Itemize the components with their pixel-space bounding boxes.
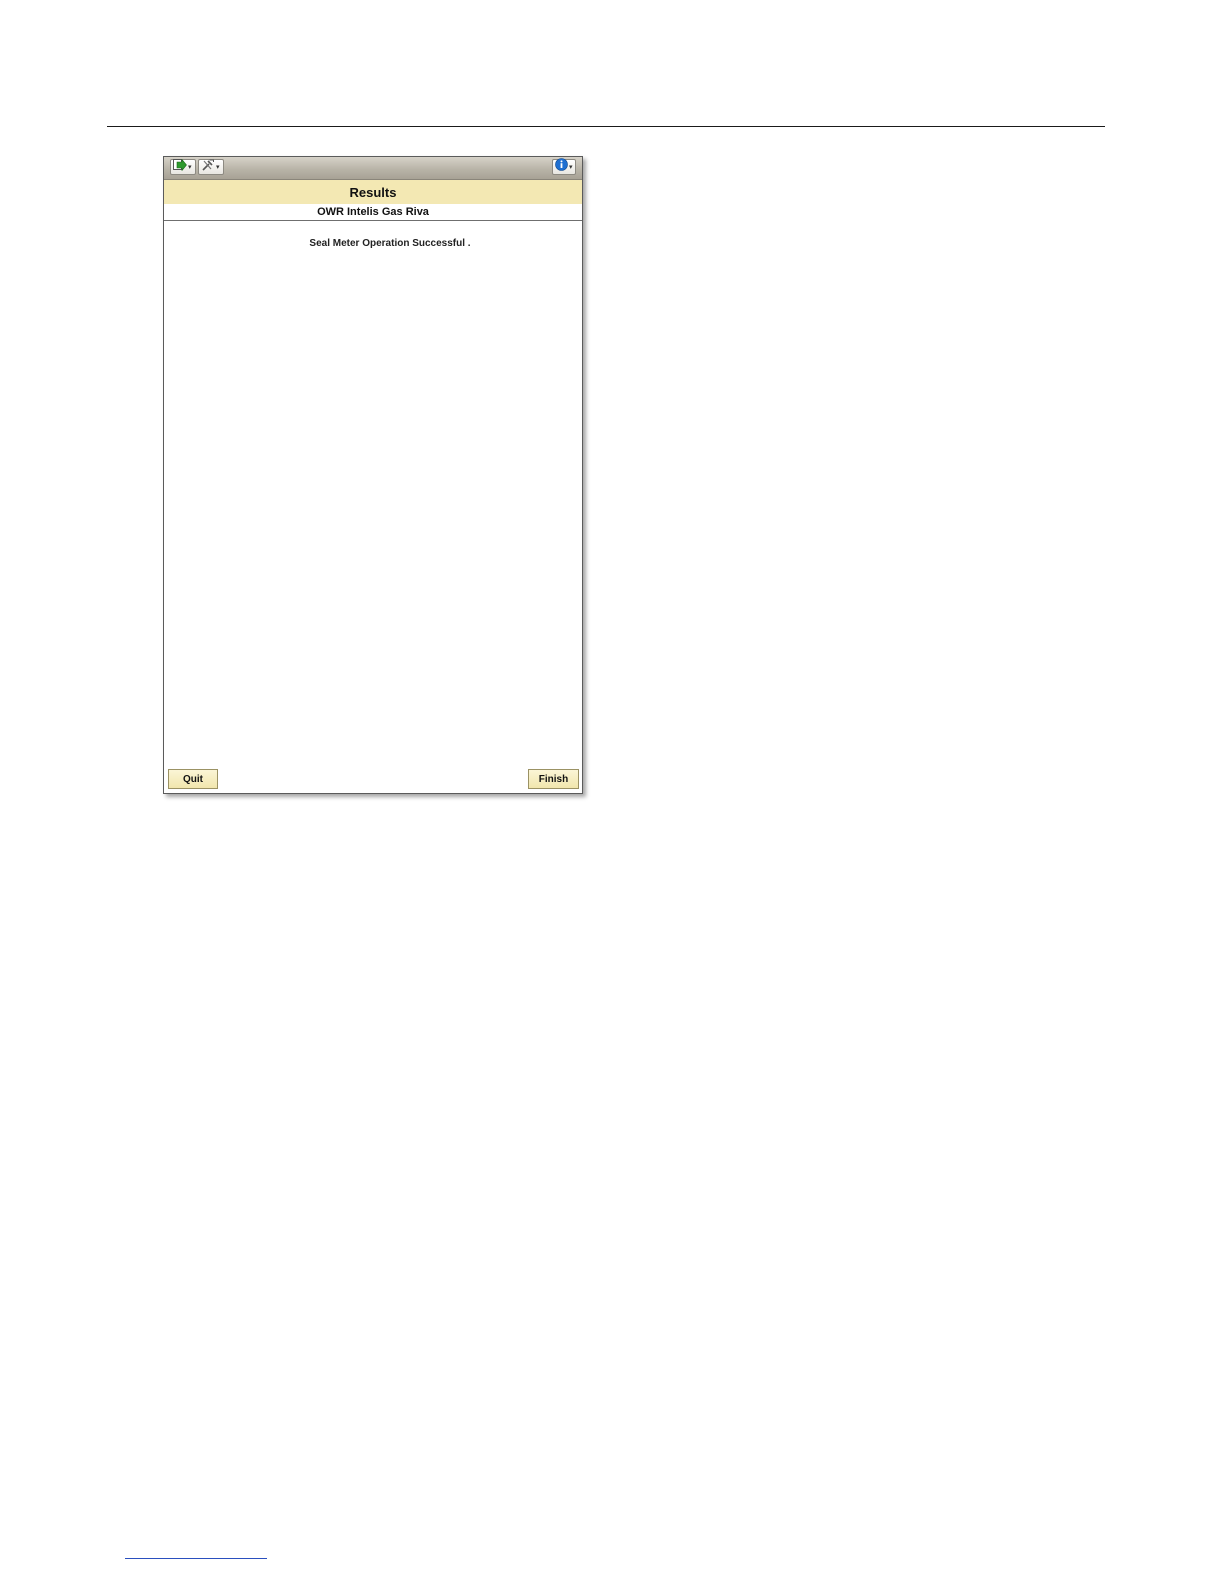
chevron-down-icon: ▾ (569, 163, 573, 171)
app-window: ▾ ▾ ▾ Results OWR Intelis Gas Riva Seal … (163, 156, 583, 794)
window-subtitle: OWR Intelis Gas Riva (317, 206, 429, 218)
window-subtitle-band: OWR Intelis Gas Riva (164, 204, 582, 221)
finish-button[interactable]: Finish (528, 769, 579, 789)
navigate-menu-button[interactable]: ▾ (170, 158, 196, 176)
tools-menu-button[interactable]: ▾ (198, 159, 224, 175)
info-icon (555, 158, 568, 176)
quit-button[interactable]: Quit (168, 769, 218, 789)
toolbar: ▾ ▾ ▾ (164, 157, 582, 180)
info-menu-button[interactable]: ▾ (552, 158, 576, 176)
result-message: Seal Meter Operation Successful . (309, 238, 471, 249)
tools-icon (201, 158, 215, 176)
window-title: Results (349, 184, 397, 200)
results-content: Seal Meter Operation Successful . (164, 221, 582, 761)
chevron-down-icon: ▾ (216, 163, 220, 171)
navigate-arrow-icon (173, 158, 187, 176)
page-header-rule (107, 126, 1105, 127)
chevron-down-icon: ▾ (188, 163, 192, 171)
window-title-band: Results (164, 180, 582, 204)
footnote-rule (125, 1558, 267, 1559)
